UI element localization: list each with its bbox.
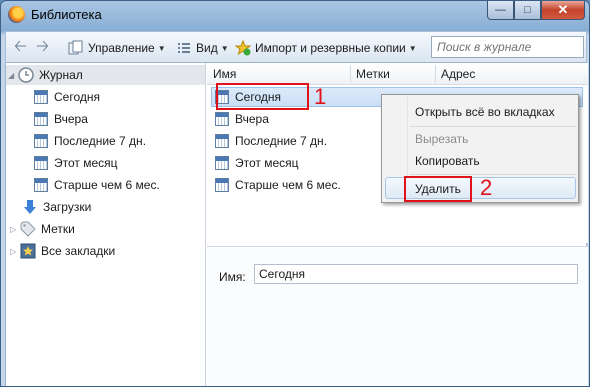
name-field[interactable]: Сегодня	[254, 264, 578, 284]
back-arrow-icon[interactable]: 🡠	[14, 38, 27, 58]
star-bookmark-icon	[20, 243, 36, 259]
column-header: Имя Метки Адрес	[207, 63, 588, 85]
title-bar[interactable]: Библиотека — □ ✕	[1, 1, 589, 29]
window-title: Библиотека	[31, 7, 102, 22]
list-item-label: Последние 7 дн.	[235, 134, 328, 148]
sidebar-item-label: Метки	[41, 222, 75, 236]
tag-icon	[20, 221, 36, 237]
calendar-icon	[215, 156, 229, 170]
views-label: Вид	[196, 41, 218, 55]
sidebar-item-all-bookmarks[interactable]: ▷ Все закладки	[10, 241, 115, 261]
sidebar-item-label: Сегодня	[54, 90, 100, 104]
chevron-down-icon: ▼	[220, 43, 229, 53]
annotation-number-2: 2	[480, 175, 493, 200]
import-star-icon	[234, 39, 252, 56]
minimize-button[interactable]: —	[487, 1, 514, 20]
list-item[interactable]: Старше чем 6 мес.	[215, 175, 341, 195]
sidebar-item-older-6-months[interactable]: Старше чем 6 мес.	[34, 175, 160, 195]
list-item[interactable]: Вчера	[215, 109, 269, 129]
list-item[interactable]: Последние 7 дн.	[215, 131, 327, 151]
menu-item-open-all-in-tabs[interactable]: Открыть всё во вкладках	[415, 105, 555, 123]
detail-pane: Имя: Сегодня	[207, 246, 588, 386]
calendar-icon	[34, 90, 48, 104]
column-divider[interactable]	[435, 65, 436, 83]
calendar-icon	[34, 134, 48, 148]
annotation-box-2	[404, 176, 472, 202]
list-item-label: Старше чем 6 мес.	[235, 178, 341, 192]
menu-separator	[410, 126, 576, 127]
annotation-number-1: 1	[314, 84, 327, 109]
name-field-label: Имя:	[219, 270, 246, 284]
chevron-down-icon: ▼	[157, 43, 166, 53]
sidebar-item-this-month[interactable]: Этот месяц	[34, 153, 118, 173]
sidebar-item-label: Загрузки	[43, 200, 92, 214]
sidebar-item-label: Последние 7 дн.	[54, 134, 147, 148]
close-button[interactable]: ✕	[541, 1, 585, 20]
list-item[interactable]: Этот месяц	[215, 153, 299, 173]
maximize-button[interactable]: □	[514, 1, 541, 20]
calendar-icon	[34, 112, 48, 126]
column-tags[interactable]: Метки	[356, 67, 390, 81]
sidebar-item-yesterday[interactable]: Вчера	[34, 109, 88, 129]
column-address[interactable]: Адрес	[441, 67, 475, 81]
calendar-icon	[215, 112, 229, 126]
sidebar-item-label: Журнал	[39, 68, 83, 82]
organize-icon	[68, 40, 84, 56]
sidebar-item-last-7-days[interactable]: Последние 7 дн.	[34, 131, 146, 151]
history-clock-icon	[18, 67, 34, 83]
sidebar-item-downloads[interactable]: Загрузки	[22, 197, 91, 217]
import-label: Импорт и резервные копии	[255, 41, 406, 55]
menu-separator	[410, 174, 576, 175]
import-backup-menu-button[interactable]: Импорт и резервные копии ▼	[234, 38, 417, 58]
calendar-icon	[215, 178, 229, 192]
calendar-icon	[34, 156, 48, 170]
organize-menu-button[interactable]: Управление ▼	[68, 38, 166, 58]
sidebar-item-label: Старше чем 6 мес.	[54, 178, 160, 192]
forward-arrow-icon[interactable]: 🡢	[36, 38, 49, 58]
sidebar-item-history[interactable]: ◢ Журнал	[6, 65, 205, 85]
column-divider[interactable]	[350, 65, 351, 83]
sidebar-item-label: Все закладки	[41, 244, 116, 258]
menu-item-cut[interactable]: Вырезать	[415, 132, 468, 150]
sidebar-item-label: Вчера	[54, 112, 88, 126]
toolbar: 🡠 🡢 Управление ▼ Вид ▼ Импорт и резервны…	[5, 31, 587, 63]
calendar-icon	[215, 134, 229, 148]
window-controls: — □ ✕	[487, 1, 585, 21]
sidebar-tree: ◢ Журнал Сегодня Вчера Последние 7 дн. Э…	[6, 63, 206, 386]
column-name[interactable]: Имя	[213, 67, 236, 81]
views-menu-button[interactable]: Вид ▼	[176, 38, 229, 58]
menu-item-copy[interactable]: Копировать	[415, 154, 480, 172]
firefox-logo-icon	[8, 6, 25, 23]
expander-closed-icon[interactable]: ▷	[10, 247, 20, 256]
sidebar-item-tags[interactable]: ▷ Метки	[10, 219, 75, 239]
organize-label: Управление	[88, 41, 155, 55]
library-window: Библиотека — □ ✕ 🡠 🡢 Управление ▼ Вид ▼	[0, 0, 590, 387]
list-item-label: Этот месяц	[235, 156, 299, 170]
sidebar-item-label: Этот месяц	[54, 156, 118, 170]
calendar-icon	[34, 178, 48, 192]
expander-closed-icon[interactable]: ▷	[10, 225, 20, 234]
chevron-down-icon: ▼	[408, 43, 417, 53]
views-list-icon	[176, 40, 192, 56]
list-item-label: Вчера	[235, 112, 269, 126]
expander-open-icon[interactable]: ◢	[8, 71, 18, 80]
download-arrow-icon	[22, 199, 38, 215]
sidebar-item-today[interactable]: Сегодня	[34, 87, 100, 107]
search-input[interactable]	[431, 36, 584, 58]
annotation-box-1	[216, 83, 309, 110]
